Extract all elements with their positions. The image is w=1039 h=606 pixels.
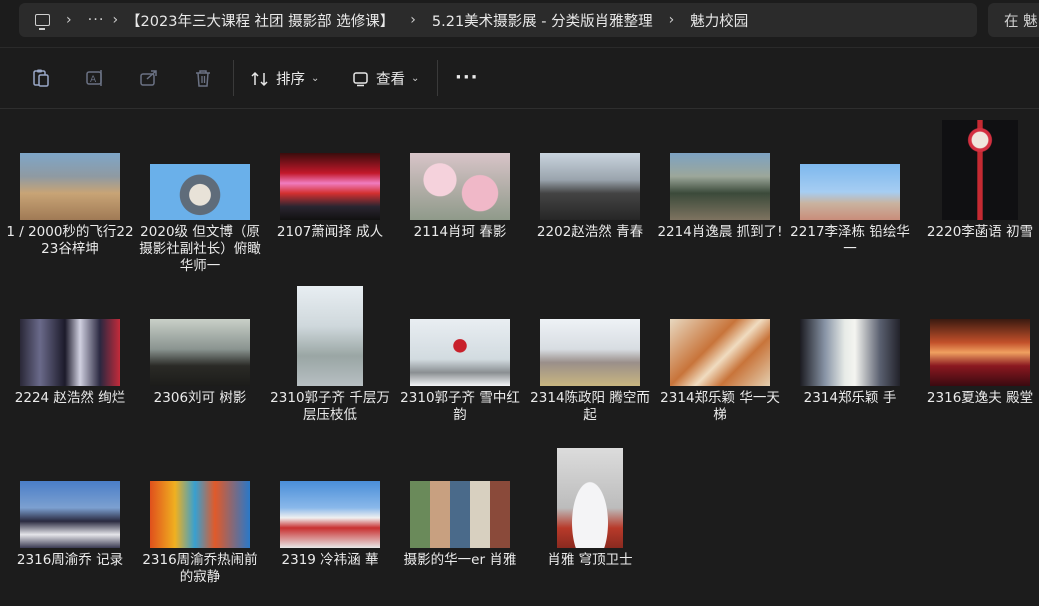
- file-name: 肖雅 穹顶卫士: [547, 552, 633, 568]
- paste-button[interactable]: [30, 67, 52, 89]
- file-name: 2310郭子齐 千层万层压枝低: [270, 390, 390, 423]
- breadcrumb-segment-exhibition[interactable]: 5.21美术摄影展 - 分类版肖雅整理: [432, 10, 653, 31]
- file-item[interactable]: 2306刘可 树影: [136, 274, 264, 424]
- paste-icon: [33, 69, 49, 87]
- sports-field-photo: [20, 153, 120, 220]
- file-item[interactable]: 肖雅 穹顶卫士: [526, 436, 654, 586]
- file-grid: 1 / 2000秒的飞行2223谷梓坤 2020级 但文博（原摄影社副社长）俯瞰华…: [0, 108, 1039, 606]
- file-name: 2202赵浩然 青春: [536, 224, 644, 240]
- file-name: 2114肖珂 春影: [413, 224, 507, 240]
- red-tower-structure-photo: [670, 319, 770, 386]
- sort-button[interactable]: 排序 ⌄: [250, 68, 319, 89]
- campus-students-photo: [540, 153, 640, 220]
- blossom-photo: [410, 153, 510, 220]
- search-input[interactable]: 在 魅: [988, 3, 1039, 37]
- file-item[interactable]: 2202赵浩然 青春: [526, 108, 654, 258]
- auditorium-photo: [930, 319, 1030, 386]
- trash-icon: [196, 70, 210, 87]
- outdoor-group-photo: [670, 153, 770, 220]
- file-name: 2310郭子齐 雪中红韵: [400, 390, 520, 423]
- file-name: 2224 赵浩然 绚烂: [14, 390, 126, 406]
- file-name: 2314郑乐颖 华一天梯: [660, 390, 780, 423]
- toolbar-divider: [437, 60, 438, 96]
- view-button[interactable]: 查看 ⌄: [352, 68, 419, 89]
- more-options-button[interactable]: ···: [455, 67, 479, 88]
- file-item[interactable]: 2214肖逸晨 抓到了!: [656, 108, 784, 258]
- file-name: 摄影的华一er 肖雅: [403, 552, 517, 568]
- file-item[interactable]: 2224 赵浩然 绚烂: [6, 274, 134, 424]
- rename-icon: A: [86, 70, 102, 86]
- file-item[interactable]: 2316周渝乔 记录: [6, 436, 134, 586]
- chevron-right-icon[interactable]: ›: [410, 12, 416, 28]
- breadcrumb-segment-current[interactable]: 魅力校园: [690, 10, 748, 31]
- file-name: 1 / 2000秒的飞行2223谷梓坤: [6, 224, 134, 257]
- file-name: 2107萧闻择 成人: [276, 224, 384, 240]
- file-item[interactable]: 2114肖珂 春影: [396, 108, 524, 258]
- view-icon: [353, 71, 368, 86]
- sort-icon: [251, 71, 268, 86]
- share-icon: [140, 70, 157, 86]
- jumping-athlete-photo: [540, 319, 640, 386]
- file-name: 2314陈政阳 腾空而起: [530, 390, 650, 423]
- photo-collage: [410, 481, 510, 548]
- night-snow-tower-photo: [942, 120, 1018, 220]
- tiny-planet-photo: [150, 164, 250, 220]
- chevron-down-icon: ⌄: [411, 73, 420, 84]
- file-item[interactable]: 2314陈政阳 腾空而起: [526, 274, 654, 424]
- file-item[interactable]: 2217李泽栋 铅绘华一: [786, 108, 914, 258]
- file-item[interactable]: 2310郭子齐 雪中红韵: [396, 274, 524, 424]
- chevron-right-icon[interactable]: ›: [669, 12, 675, 28]
- chevron-right-icon[interactable]: ›: [112, 12, 118, 28]
- chevron-right-icon[interactable]: ›: [66, 12, 72, 28]
- file-item[interactable]: 2220李菡语 初雪: [916, 108, 1039, 258]
- file-item[interactable]: 1 / 2000秒的飞行2223谷梓坤: [6, 108, 134, 258]
- breadcrumb-segment-course[interactable]: 【2023年三大课程 社团 摄影部 选修课】: [126, 10, 394, 31]
- file-item[interactable]: 2107萧闻择 成人: [266, 108, 394, 258]
- this-pc-icon[interactable]: [35, 14, 50, 30]
- file-name: 2316周渝乔 记录: [16, 552, 124, 568]
- breadcrumb-more-button[interactable]: ···: [88, 12, 105, 28]
- toolbar-divider: [233, 60, 234, 96]
- file-item[interactable]: 2314郑乐颖 华一天梯: [656, 274, 784, 424]
- file-item[interactable]: 2319 冷祎涵 華: [266, 436, 394, 586]
- file-name: 2214肖逸晨 抓到了!: [657, 224, 783, 240]
- sort-label: 排序: [276, 72, 305, 88]
- hand-pillar-photo: [800, 319, 900, 386]
- view-label: 查看: [376, 72, 405, 88]
- tree-silhouette-photo: [150, 319, 250, 386]
- file-name: 2316夏逸夫 殿堂: [926, 390, 1034, 406]
- file-item[interactable]: 2316周渝乔热闹前的寂静: [136, 436, 264, 586]
- title-bar: › ··· › 【2023年三大课程 社团 摄影部 选修课】 › 5.21美术摄…: [0, 0, 1039, 46]
- delete-button[interactable]: [192, 67, 214, 89]
- file-name: 2217李泽栋 铅绘华一: [790, 224, 910, 257]
- chevron-down-icon: ⌄: [311, 73, 320, 84]
- stage-ceremony-photo: [280, 153, 380, 220]
- file-name: 2316周渝乔热闹前的寂静: [142, 552, 258, 585]
- snowy-red-sculpture-photo: [410, 319, 510, 386]
- file-name: 2314郑乐颖 手: [803, 390, 897, 406]
- building-sky-photo: [800, 164, 900, 220]
- file-name: 2220李菡语 初雪: [926, 224, 1034, 240]
- file-name: 2020级 但文博（原摄影社副社长）俯瞰华师一: [139, 224, 261, 274]
- command-bar: A 排序 ⌄ 查看 ⌄ ···: [0, 47, 1039, 109]
- students-group-photo: [20, 481, 120, 548]
- file-item[interactable]: 2310郭子齐 千层万层压枝低: [266, 274, 394, 424]
- file-item[interactable]: 2314郑乐颖 手: [786, 274, 914, 424]
- file-name: 2306刘可 树影: [153, 390, 247, 406]
- school-building-photo: [280, 481, 380, 548]
- colorful-playground-photo: [150, 481, 250, 548]
- breadcrumb[interactable]: › ··· › 【2023年三大课程 社团 摄影部 选修课】 › 5.21美术摄…: [19, 3, 977, 37]
- file-item[interactable]: 摄影的华一er 肖雅: [396, 436, 524, 586]
- file-item[interactable]: 2316夏逸夫 殿堂: [916, 274, 1039, 424]
- share-button[interactable]: [138, 67, 160, 89]
- dome-building-photo: [557, 448, 623, 548]
- file-item[interactable]: 2020级 但文博（原摄影社副社长）俯瞰华师一: [136, 108, 264, 274]
- svg-text:A: A: [90, 75, 97, 85]
- stage-performance-photo: [20, 319, 120, 386]
- snowy-trees-photo: [297, 286, 363, 386]
- rename-button[interactable]: A: [84, 67, 106, 89]
- file-name: 2319 冷祎涵 華: [281, 552, 379, 568]
